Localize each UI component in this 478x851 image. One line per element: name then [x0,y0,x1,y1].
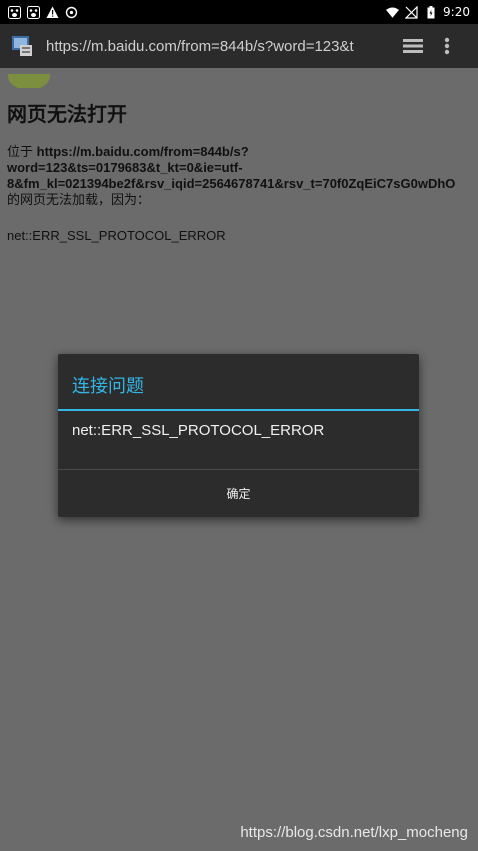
status-bar-right: 9:20 [386,5,470,19]
body-suffix: 的网页无法加载，因为： [7,192,151,207]
status-bar-left [8,5,78,19]
error-description: 位于 https://m.baidu.com/from=844b/s? word… [7,144,477,208]
watermark: https://blog.csdn.net/lxp_mocheng [240,824,468,841]
failed-url: https://m.baidu.com/from=844b/s? word=12… [7,144,456,191]
ok-button[interactable]: 确定 [58,470,419,517]
connection-error-dialog: 连接问题 net::ERR_SSL_PROTOCOL_ERROR 确定 [58,354,419,517]
status-bar: 9:20 [0,0,478,24]
site-favicon-icon [10,33,36,59]
dialog-title: 连接问题 [72,376,144,397]
no-signal-icon [405,5,418,19]
baidu-icon [27,5,40,19]
dialog-message: net::ERR_SSL_PROTOCOL_ERROR [72,422,325,439]
baidu-icon [8,5,21,19]
wifi-icon [386,6,400,19]
url-field[interactable]: https://m.baidu.com/from=844b/s?word=123… [46,38,384,55]
overflow-menu-icon[interactable] [444,37,450,55]
battery-icon [424,5,437,19]
tabs-button[interactable] [402,37,424,55]
status-time: 9:20 [443,5,470,19]
dialog-title-divider [58,409,419,411]
sync-icon [65,6,78,19]
page-title: 网页无法打开 [7,102,127,126]
browser-toolbar: https://m.baidu.com/from=844b/s?word=123… [0,24,478,68]
error-code: net::ERR_SSL_PROTOCOL_ERROR [7,228,226,243]
android-icon [6,68,52,90]
body-prefix: 位于 [7,144,34,159]
warning-icon [46,6,59,19]
